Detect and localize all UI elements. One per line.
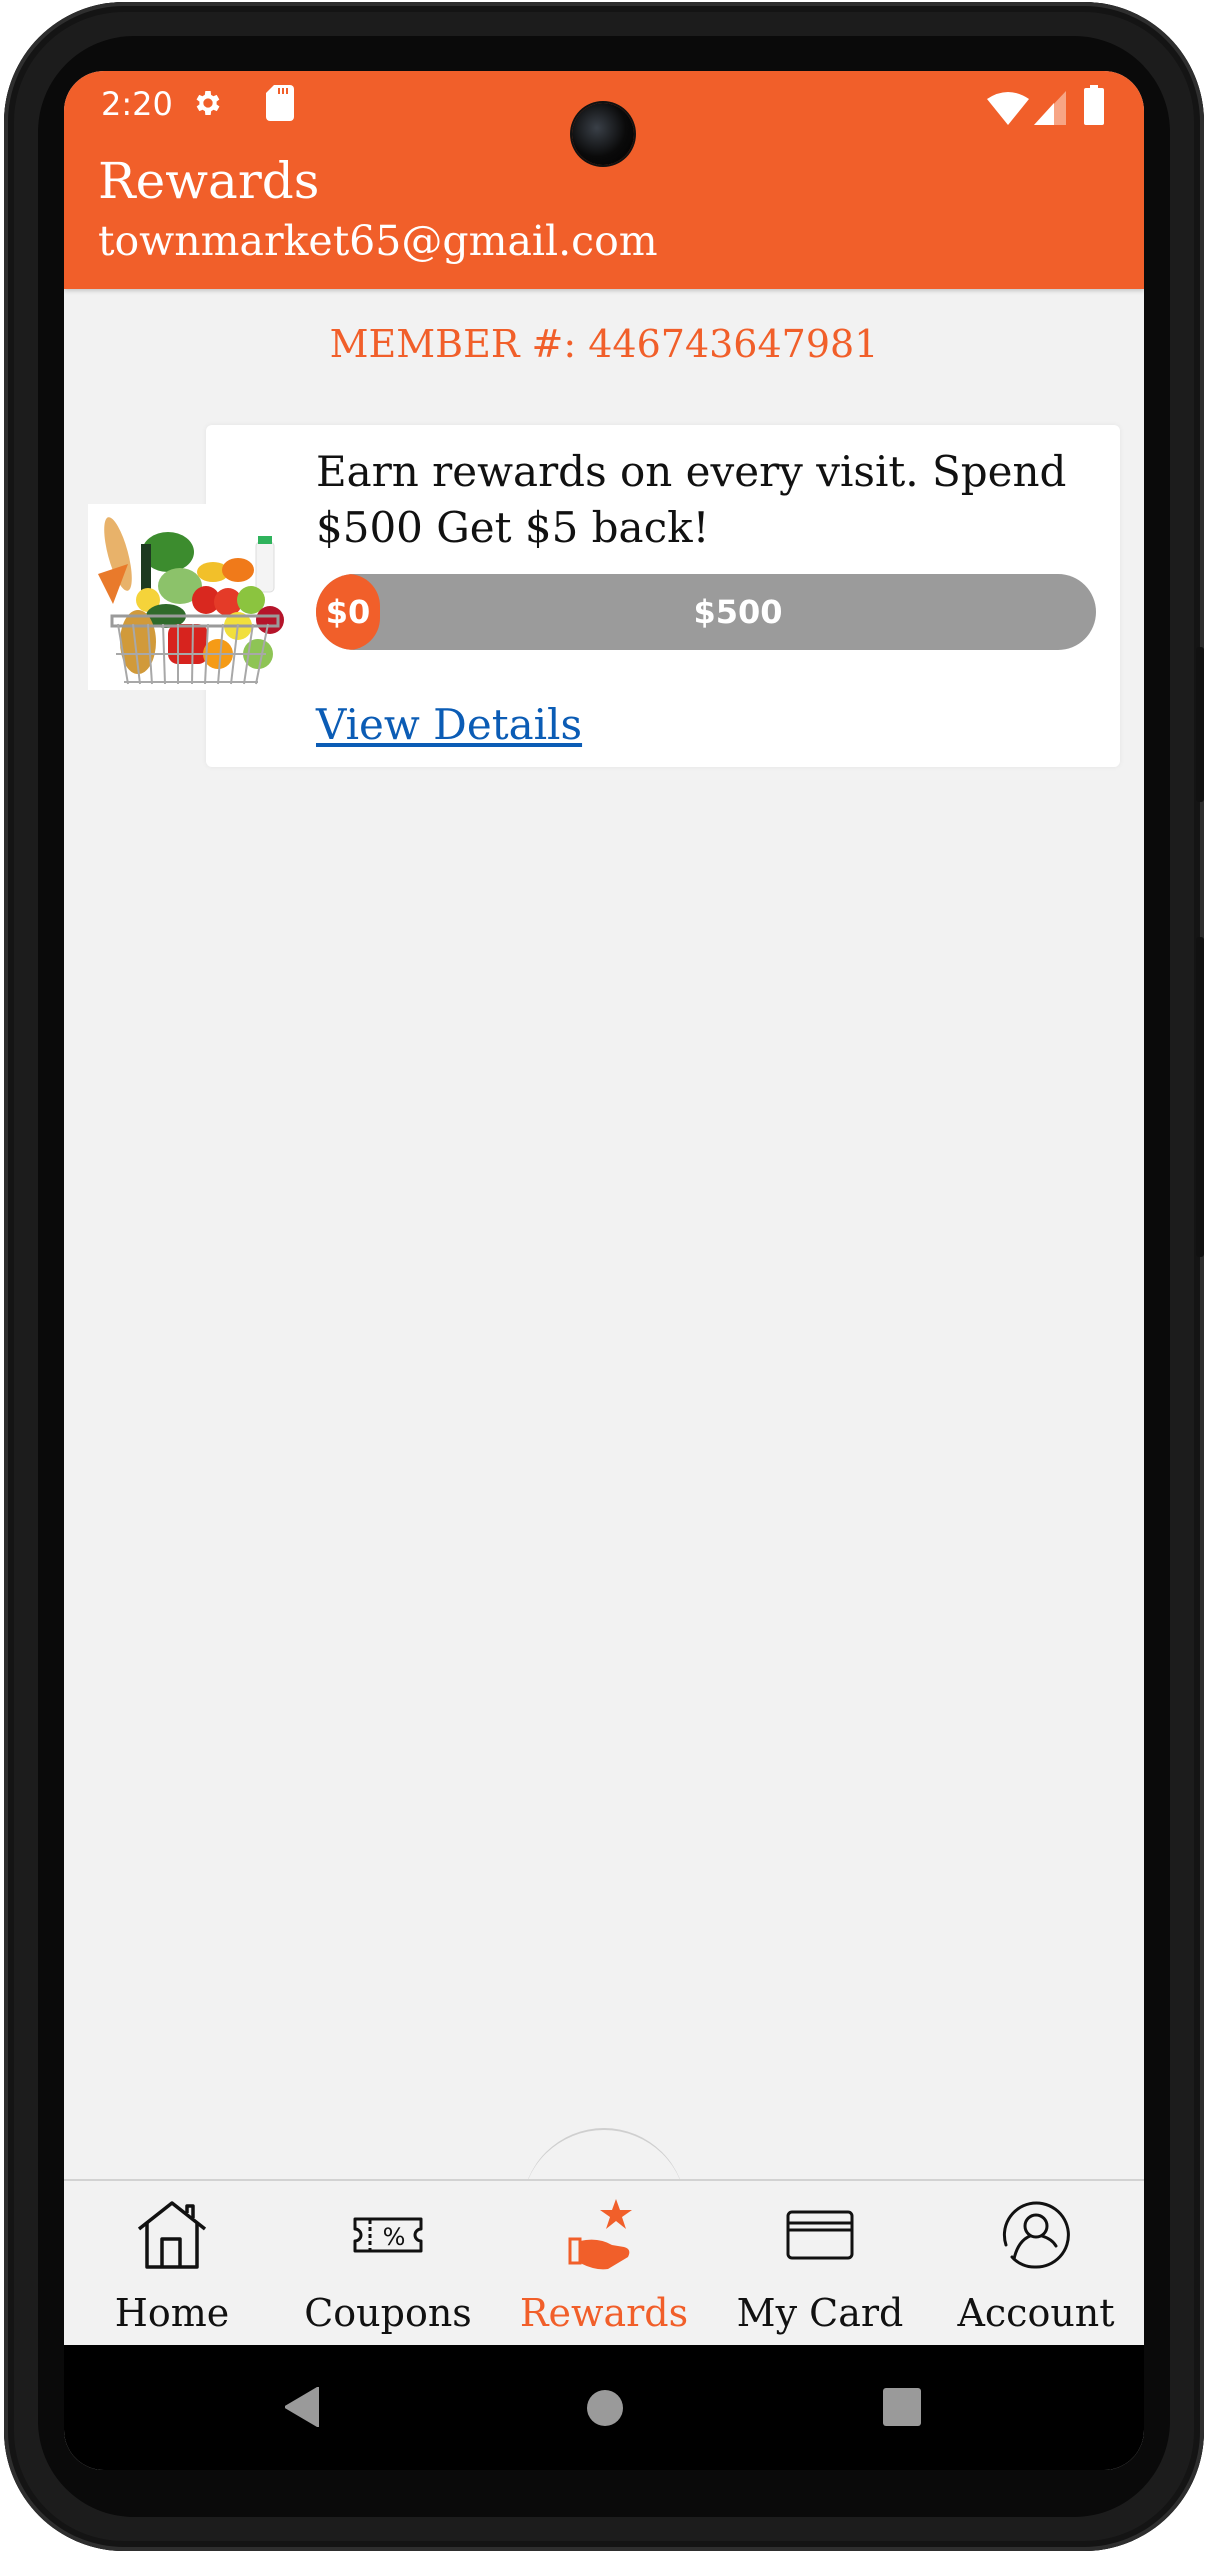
nav-label-account: Account (957, 2291, 1115, 2335)
cellular-signal-icon (1034, 91, 1066, 129)
system-nav-bar (64, 2345, 1144, 2470)
account-email: townmarket65@gmail.com (98, 217, 658, 265)
nav-item-coupons[interactable]: % Coupons (280, 2189, 496, 2345)
coupon-icon: % (352, 2199, 424, 2271)
rewards-hand-star-icon (568, 2199, 640, 2271)
nav-item-home[interactable]: Home (64, 2189, 280, 2345)
svg-text:%: % (383, 2223, 406, 2251)
home-circle-icon[interactable] (586, 2389, 624, 2431)
nav-label-home: Home (114, 2291, 230, 2335)
credit-card-icon (784, 2199, 856, 2271)
progress-current-label: $0 (325, 593, 371, 631)
member-number: MEMBER #: 446743647981 (329, 322, 879, 366)
account-icon (1000, 2199, 1072, 2271)
volume-button (1196, 937, 1204, 1257)
back-icon[interactable] (284, 2386, 320, 2431)
battery-icon (1084, 85, 1104, 129)
page-title: Rewards (98, 152, 320, 210)
power-button (1196, 647, 1204, 802)
wifi-icon (987, 91, 1029, 129)
nav-label-coupons: Coupons (304, 2291, 472, 2335)
recents-icon[interactable] (882, 2387, 922, 2431)
app-bar: 2:20 Rewards townmarket65@gmail.com (64, 71, 1144, 289)
sd-card-icon (266, 85, 294, 125)
front-camera (572, 103, 634, 165)
home-icon (136, 2199, 208, 2271)
gear-icon (192, 87, 224, 123)
screen: 2:20 Rewards townmarket65@gmail.com MEMB… (64, 71, 1144, 2470)
nav-label-my-card: My Card (736, 2291, 904, 2335)
status-time: 2:20 (101, 85, 173, 123)
grocery-basket-image (88, 504, 292, 690)
reward-description: Earn rewards on every visit. Spend $500 … (316, 447, 1067, 552)
phone-frame: 2:20 Rewards townmarket65@gmail.com MEMB… (4, 2, 1204, 2551)
view-details-link[interactable]: View Details (316, 697, 582, 753)
nav-item-my-card[interactable]: My Card (712, 2189, 928, 2345)
progress-goal-label: $500 (693, 593, 783, 631)
nav-label-rewards: Rewards (519, 2291, 689, 2335)
nav-item-rewards[interactable]: Rewards (496, 2189, 712, 2345)
nav-item-account[interactable]: Account (928, 2189, 1144, 2345)
reward-progress-bar: $0 $500 (316, 574, 1096, 650)
